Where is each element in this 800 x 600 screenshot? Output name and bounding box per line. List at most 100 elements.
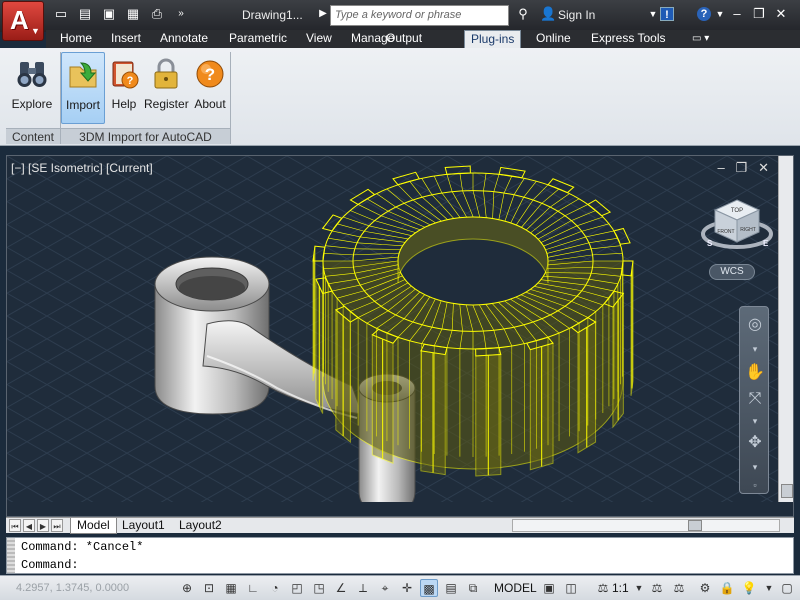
zoom-extents-icon[interactable]: ⤧ [745, 389, 765, 409]
application-menu-button[interactable]: A ▼ [2, 1, 44, 41]
restore-icon[interactable]: ❐ [736, 160, 748, 175]
tab-model[interactable]: Model [70, 518, 117, 534]
chevron-down-icon[interactable]: ▾ [745, 457, 765, 477]
lineweight-icon[interactable]: ✛ [398, 579, 416, 597]
close-icon[interactable]: ✕ [774, 7, 788, 21]
quick-view-drawings-icon[interactable]: ◫ [562, 579, 580, 597]
register-button[interactable]: Register [144, 52, 189, 124]
save-icon[interactable]: ▣ [102, 7, 116, 21]
grid-display-icon[interactable]: ▦ [222, 579, 240, 597]
import-button[interactable]: Import [61, 52, 105, 124]
print-icon[interactable]: ⎙ [150, 7, 164, 21]
chevron-down-icon[interactable]: ▼ [760, 579, 778, 597]
gear-wire [483, 173, 487, 191]
vertical-scrollbar[interactable] [778, 156, 793, 502]
viewport-window-controls[interactable]: – ❐ ✕ [718, 160, 769, 176]
gear-wire [431, 194, 455, 219]
annotation-scale-icon[interactable]: ⚖ [594, 579, 612, 597]
minimize-icon[interactable]: – [718, 160, 725, 175]
horizontal-scrollbar[interactable] [512, 519, 780, 532]
viewcube-front-label: FRONT [717, 229, 734, 235]
steering-wheel-icon[interactable]: ◎ [745, 315, 765, 335]
dynamic-input-icon[interactable]: ⌖ [376, 579, 394, 597]
save-as-icon[interactable]: ▦ [126, 7, 140, 21]
maximize-icon[interactable]: ❐ [752, 7, 766, 21]
quick-properties-icon[interactable]: ▤ [442, 579, 460, 597]
pan-hand-icon[interactable]: ✋ [745, 363, 765, 383]
dynamic-ucs-icon[interactable]: ⟂ [354, 579, 372, 597]
navbar-options-icon[interactable]: ▫ [745, 475, 765, 495]
infer-constraints-icon[interactable]: ⊕ [178, 579, 196, 597]
exchange-icon[interactable]: ! [660, 7, 674, 21]
about-button[interactable]: ? About [192, 52, 228, 124]
gear-wire [360, 236, 406, 243]
object-snap-icon[interactable]: ◰ [288, 579, 306, 597]
status-bar: 4.2957, 1.3745, 0.0000 ⊕ ⊡ ▦ ∟ ◔ ◰ ◳ ∠ ⟂… [0, 575, 800, 600]
more-qat-icon[interactable]: » [174, 7, 188, 21]
search-input[interactable]: Type a keyword or phrase [330, 5, 509, 26]
workspace-gear-icon[interactable]: ⚙ [696, 579, 714, 597]
command-prompt-input[interactable]: Command: [21, 558, 79, 572]
chevron-down-icon[interactable]: ▾ [745, 339, 765, 359]
open-folder-icon[interactable]: ▤ [78, 7, 92, 21]
vertical-scroll-thumb[interactable] [781, 484, 793, 498]
model-space-toggle[interactable]: MODEL [494, 581, 537, 595]
cursor-coordinates[interactable]: 4.2957, 1.3745, 0.0000 [16, 582, 129, 594]
chevron-right-icon[interactable]: ▶ [316, 7, 330, 21]
clean-screen-icon[interactable]: ▢ [778, 579, 796, 597]
binoculars-search-icon[interactable]: ⚲ [516, 7, 530, 21]
help-icon[interactable]: ? [697, 7, 711, 21]
horizontal-scroll-thumb[interactable] [688, 520, 702, 531]
tab-insert[interactable]: Insert [105, 30, 147, 48]
auto-scale-icon[interactable]: ⚖ [670, 579, 688, 597]
tab-view[interactable]: View [300, 30, 338, 48]
chevron-down-icon[interactable]: ▾ [745, 411, 765, 431]
ribbon-minimize-icon[interactable]: ▭ ▾ [686, 30, 715, 48]
wcs-menu-button[interactable]: WCS [709, 264, 755, 280]
quick-view-layouts-icon[interactable]: ▣ [540, 579, 558, 597]
next-layout-arrow[interactable]: ▶ [37, 519, 49, 532]
isolate-objects-icon[interactable]: 💡 [740, 579, 758, 597]
viewport-controls-label[interactable]: [−] [SE Isometric] [Current] [11, 161, 153, 175]
drawing-viewport[interactable]: TOP FRONT RIGHT S E [−] [SE Isometric] [… [6, 155, 794, 517]
prev-layout-arrow[interactable]: ◀ [23, 519, 35, 532]
minimize-icon[interactable]: – [730, 7, 744, 21]
explore-button[interactable]: Explore [8, 52, 56, 124]
command-line-window[interactable]: Command: *Cancel* Command: [6, 537, 794, 574]
chevron-down-icon[interactable]: ▼ [646, 7, 660, 21]
chevron-down-icon[interactable]: ▼ [713, 7, 727, 21]
help-button[interactable]: ? Help [108, 52, 140, 124]
gear-tooth [321, 214, 343, 232]
chevron-down-icon[interactable]: ▼ [630, 579, 648, 597]
orbit-icon[interactable]: ✥ [745, 433, 765, 453]
tab-home[interactable]: Home [54, 30, 98, 48]
tab-plug-ins[interactable]: Plug-ins [464, 30, 522, 49]
snap-mode-icon[interactable]: ⊡ [200, 579, 218, 597]
tab-parametric[interactable]: Parametric [223, 30, 293, 48]
close-icon[interactable]: ✕ [758, 160, 769, 175]
tab-annotate[interactable]: Annotate [154, 30, 214, 48]
3d-object-snap-icon[interactable]: ◳ [310, 579, 328, 597]
new-file-icon[interactable]: ▭ [54, 7, 68, 21]
last-layout-arrow[interactable]: ⏭ [51, 519, 63, 532]
tab-layout2[interactable]: Layout2 [173, 518, 228, 534]
tab-online[interactable]: Online [530, 30, 577, 48]
first-layout-arrow[interactable]: ⏮ [9, 519, 21, 532]
model-scene[interactable]: TOP FRONT RIGHT S E [7, 156, 778, 502]
tab-output[interactable]: Output [380, 30, 428, 48]
transparency-icon[interactable]: ▩ [420, 579, 438, 597]
ortho-mode-icon[interactable]: ∟ [244, 579, 262, 597]
viewcube-icon[interactable]: TOP FRONT RIGHT S E [701, 199, 773, 249]
chevron-down-icon: ▼ [31, 26, 40, 36]
sign-in-link[interactable]: Sign In [558, 8, 595, 22]
annotation-scale-value[interactable]: 1:1 [612, 581, 629, 595]
polar-tracking-icon[interactable]: ◔ [266, 579, 284, 597]
object-snap-tracking-icon[interactable]: ∠ [332, 579, 350, 597]
toolbar-lock-icon[interactable]: 🔒 [718, 579, 736, 597]
tab-layout1[interactable]: Layout1 [116, 518, 171, 534]
annotation-visibility-icon[interactable]: ⚖ [648, 579, 666, 597]
command-history-line: Command: *Cancel* [21, 540, 144, 554]
tab-express-tools[interactable]: Express Tools [585, 30, 671, 48]
command-line-grip[interactable] [7, 538, 15, 573]
selection-cycling-icon[interactable]: ⧉ [464, 579, 482, 597]
